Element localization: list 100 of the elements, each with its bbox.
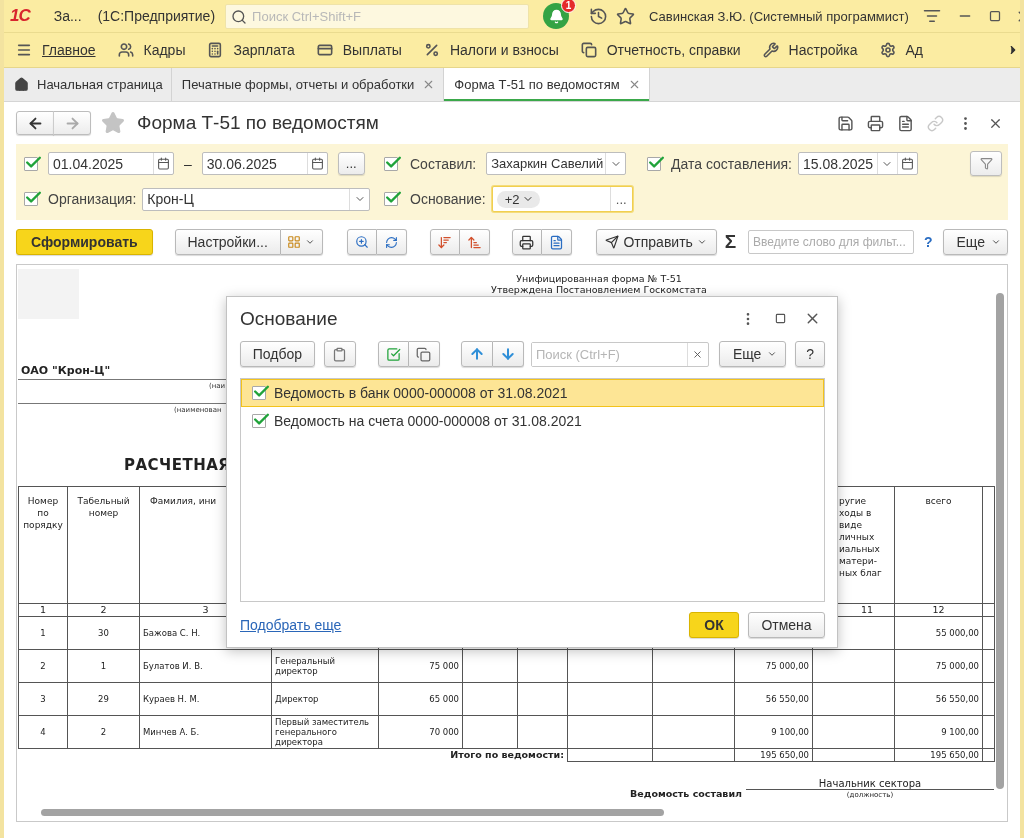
save-icon[interactable] (836, 114, 854, 132)
user-name: Савинская З.Ю. (Системный программист) (649, 8, 909, 24)
printer-icon[interactable] (866, 114, 884, 132)
settings-icon[interactable] (922, 7, 941, 25)
move-up-button[interactable] (460, 341, 493, 367)
field-label: Организация: (48, 191, 137, 207)
ok-button[interactable]: ОК (689, 611, 739, 638)
pick-button[interactable]: Подбор (240, 341, 315, 367)
history-icon[interactable] (589, 6, 609, 26)
star-icon[interactable] (616, 6, 636, 26)
filter-icon (979, 157, 993, 170)
document-name: Ведомость в банк 0000-000008 от 31.08.2021 (274, 385, 568, 401)
variant-icon (287, 235, 302, 249)
count-chip[interactable]: +2 (496, 190, 540, 208)
print-button[interactable] (511, 229, 542, 255)
search-field[interactable]: Поиск (Ctrl+F) (530, 341, 709, 367)
table-cell: 75 000 (378, 649, 463, 683)
preview-button[interactable] (541, 229, 572, 255)
select-button[interactable]: ... (609, 187, 632, 211)
select-field[interactable]: Захаркин Савелий (486, 152, 627, 175)
bell-icon (548, 8, 564, 24)
sum-sign[interactable]: Σ (724, 231, 737, 253)
generate-button[interactable]: Сформировать (16, 229, 153, 255)
more-button[interactable]: Еще (942, 229, 1008, 255)
table-cell: Генеральный директор (271, 649, 379, 683)
help-button[interactable]: ? (795, 341, 825, 367)
table-cell: Булатов И. В. (139, 649, 272, 683)
caret-icon (991, 237, 1001, 247)
table-cell: 65 000 (378, 682, 463, 716)
more-button[interactable]: Еще (718, 341, 787, 367)
tab[interactable]: Форма Т-51 по ведомостям (444, 68, 650, 101)
app-name: За... (53, 8, 82, 24)
cancel-button[interactable]: Отмена (748, 611, 825, 638)
clear-icon[interactable] (692, 348, 704, 360)
find-button[interactable] (346, 229, 377, 255)
checkbox[interactable] (384, 156, 398, 171)
uncheck-all-icon (416, 346, 432, 362)
section-link[interactable]: Настройка (762, 42, 880, 58)
uncheck-all-button[interactable] (408, 341, 440, 367)
section-link[interactable]: Главное (16, 42, 118, 58)
table-cell: Директор (271, 682, 379, 716)
date-field[interactable]: 15.08.2025 (797, 152, 918, 175)
section-link[interactable]: Зарплата (207, 42, 317, 58)
table-cell: 70 000 (378, 715, 463, 749)
field-label: Дата составления: (671, 155, 792, 172)
section-link[interactable]: Ад (879, 42, 946, 58)
section-link[interactable]: Выплаты (316, 42, 424, 58)
table-cell: 29 (67, 682, 140, 716)
sort-ascending-button[interactable] (459, 229, 490, 255)
back-button[interactable] (16, 111, 54, 135)
help-link[interactable]: ? (923, 234, 933, 250)
table-cell (517, 715, 568, 749)
select-field[interactable]: +2 ... (491, 186, 633, 212)
date-field[interactable]: 30.06.2025 (201, 152, 328, 175)
list-row[interactable]: Ведомость в банк 0000-000008 от 31.08.2021 (241, 379, 824, 407)
section-link[interactable]: Кадры (117, 42, 208, 58)
signature-label: Ведомость составил (630, 788, 742, 799)
date-field[interactable]: 01.04.2025 (48, 152, 174, 175)
search-field[interactable]: Введите слово для фильт... (748, 230, 914, 254)
column-number (982, 603, 995, 617)
star-icon[interactable] (101, 111, 125, 135)
table-cell: 4 (18, 715, 68, 749)
table-cell: 1 (67, 649, 140, 683)
find-next-button[interactable] (376, 229, 407, 255)
section-link[interactable]: Отчетность, справки (580, 42, 763, 58)
notifications-button[interactable] (543, 3, 570, 29)
check-all-button[interactable] (377, 341, 409, 367)
preview-icon[interactable] (896, 114, 914, 132)
tab[interactable]: Начальная страница (4, 68, 172, 101)
filter-button[interactable] (970, 151, 1002, 176)
list-row[interactable]: Ведомость на счета 0000-000008 от 31.08.2021 (241, 407, 824, 435)
settings-button[interactable]: Настройки... (174, 229, 281, 255)
move-down-button[interactable] (492, 341, 524, 367)
table-cell: 75 000,00 (894, 649, 983, 683)
dialog-title: Основание (240, 307, 338, 330)
clipboard-icon (332, 346, 348, 362)
select-field[interactable]: Крон-Ц (142, 187, 371, 211)
gear-icon (879, 42, 896, 58)
sort-descending-button[interactable] (429, 229, 460, 255)
preview-icon (548, 234, 564, 250)
checkbox[interactable] (647, 156, 661, 171)
table-cell (517, 649, 568, 683)
send-button[interactable]: Отправить (595, 229, 717, 255)
table-cell: 195 650,00 (734, 748, 813, 762)
field-label: Составил: (410, 155, 477, 172)
search-next-icon (384, 235, 398, 249)
search-field[interactable]: Поиск Ctrl+Shift+F (225, 3, 530, 29)
table-cell: Минчев А. Б. (139, 715, 272, 749)
checkbox[interactable] (24, 156, 38, 171)
maximize-icon[interactable] (774, 313, 786, 324)
paste-button[interactable] (323, 341, 356, 367)
variant-button[interactable] (280, 229, 323, 255)
checkbox[interactable] (24, 192, 38, 206)
maximize-icon[interactable] (988, 10, 1001, 22)
checkbox[interactable] (384, 192, 398, 206)
period-button[interactable]: ... (337, 152, 365, 175)
table-cell (982, 715, 995, 749)
table-cell: 3 (18, 682, 68, 716)
section-link[interactable]: Налоги и взносы (423, 42, 581, 58)
printer-icon (519, 234, 535, 250)
